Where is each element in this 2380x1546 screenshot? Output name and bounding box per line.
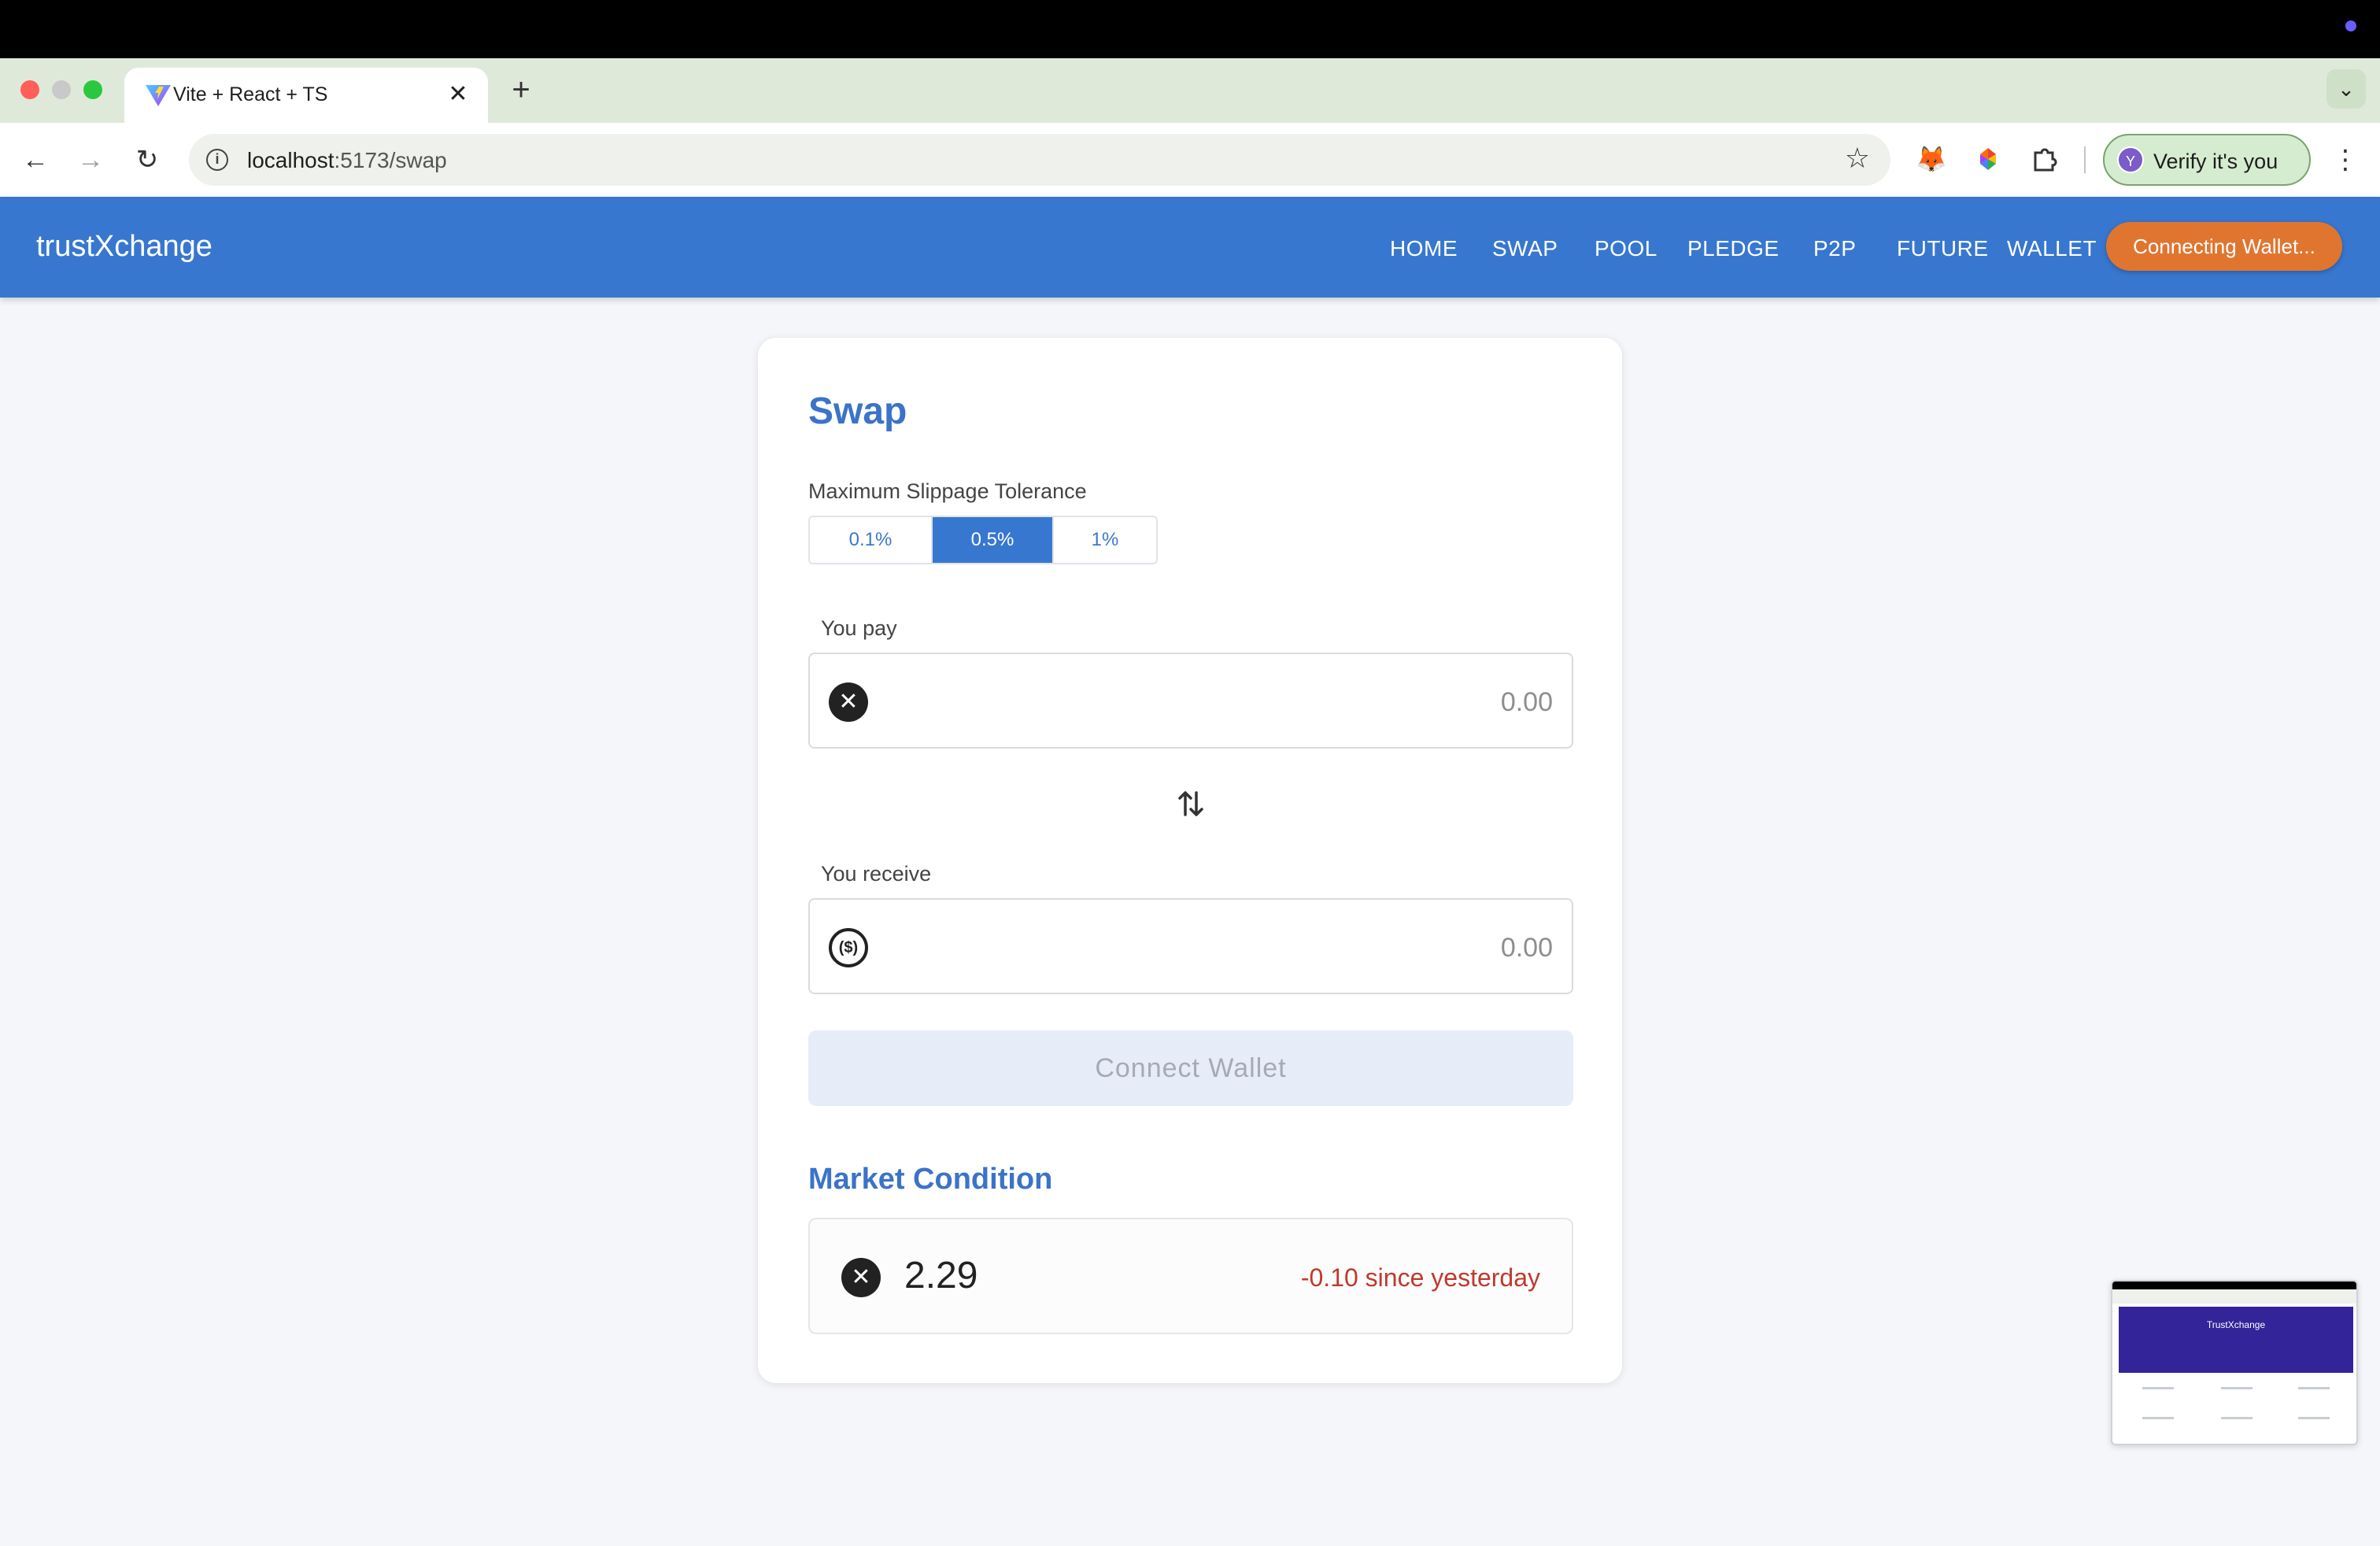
tab-title: Vite + React + TS bbox=[173, 83, 328, 105]
os-menu-bar bbox=[0, 0, 2380, 58]
market-change: -0.10 since yesterday bbox=[1300, 1263, 1540, 1292]
swap-direction-icon[interactable] bbox=[1175, 786, 1207, 821]
tab-strip: Vite + React + TS ✕ + ⌄ bbox=[0, 58, 2380, 123]
nav-future[interactable]: FUTURE bbox=[1897, 236, 1989, 261]
color-extension-icon[interactable] bbox=[1972, 143, 2004, 175]
avatar: Y bbox=[2117, 146, 2144, 173]
nav-home[interactable]: HOME bbox=[1390, 236, 1458, 261]
market-condition-panel: ✕ 2.29 -0.10 since yesterday bbox=[808, 1218, 1573, 1334]
market-price: 2.29 bbox=[904, 1255, 978, 1296]
browser-chrome: Vite + React + TS ✕ + ⌄ ← → ↻ i localhos… bbox=[0, 58, 2380, 197]
profile-label: Verify it's you bbox=[2153, 150, 2278, 173]
nav-p2p[interactable]: P2P bbox=[1813, 236, 1856, 261]
slippage-toggle-group: 0.1% 0.5% 1% bbox=[808, 516, 1158, 564]
window-minimize-button[interactable] bbox=[52, 80, 71, 99]
app-header: trustXchange HOME SWAP POOL PLEDGE P2P F… bbox=[0, 197, 2380, 298]
tab-search-chevron-icon[interactable]: ⌄ bbox=[2326, 69, 2366, 109]
url-host: localhost bbox=[247, 148, 334, 172]
receive-amount-input[interactable] bbox=[1081, 930, 1553, 966]
url-path: :5173/swap bbox=[334, 148, 447, 172]
connect-wallet-button[interactable]: Connect Wallet bbox=[808, 1030, 1573, 1106]
connecting-wallet-button[interactable]: Connecting Wallet... bbox=[2106, 222, 2342, 271]
market-condition-title: Market Condition bbox=[808, 1163, 1053, 1196]
thumbnail-line bbox=[2142, 1417, 2174, 1419]
address-bar[interactable]: i localhost:5173/swap ☆ bbox=[189, 134, 1890, 186]
bookmark-star-icon[interactable]: ☆ bbox=[1845, 142, 1870, 175]
swap-card: Swap Maximum Slippage Tolerance 0.1% 0.5… bbox=[757, 337, 1623, 1384]
extensions-puzzle-icon[interactable] bbox=[2029, 143, 2060, 175]
status-dot-icon bbox=[2345, 20, 2356, 31]
thumbnail-title: TrustXchange bbox=[2206, 1319, 2266, 1330]
thumbnail-line bbox=[2221, 1417, 2252, 1419]
pay-label: You pay bbox=[821, 616, 897, 640]
brand-logo-text[interactable]: trustXchange bbox=[36, 230, 213, 264]
slippage-label: Maximum Slippage Tolerance bbox=[808, 479, 1087, 503]
thumbnail-line bbox=[2221, 1387, 2252, 1389]
xrp-icon[interactable]: ✕ bbox=[829, 682, 868, 722]
pay-field[interactable]: ✕ bbox=[808, 653, 1573, 749]
thumbnail-os-bar bbox=[2112, 1282, 2356, 1289]
profile-button[interactable]: Y Verify it's you bbox=[2103, 134, 2311, 186]
url-text[interactable]: localhost:5173/swap bbox=[247, 148, 447, 173]
thumbnail-line bbox=[2142, 1387, 2174, 1389]
thumbnail-hero: TrustXchange bbox=[2119, 1307, 2353, 1373]
window-close-button[interactable] bbox=[20, 80, 39, 99]
usd-coin-icon[interactable]: ($) bbox=[829, 928, 868, 967]
thumbnail-feature-grid bbox=[2119, 1379, 2353, 1442]
nav-swap[interactable]: SWAP bbox=[1492, 236, 1558, 261]
reload-icon[interactable]: ↻ bbox=[129, 142, 165, 178]
metamask-fox-icon[interactable]: 🦊 bbox=[1916, 143, 1947, 175]
thumbnail-chrome bbox=[2112, 1289, 2356, 1304]
receive-label: You receive bbox=[821, 862, 932, 886]
nav-wallet[interactable]: WALLET bbox=[2007, 236, 2097, 261]
receive-field[interactable]: ($) bbox=[808, 898, 1573, 994]
thumbnail-line bbox=[2298, 1387, 2330, 1389]
site-info-icon[interactable]: i bbox=[206, 149, 228, 171]
pay-amount-input[interactable] bbox=[1081, 684, 1553, 720]
thumbnail-line bbox=[2298, 1417, 2330, 1419]
back-arrow-icon[interactable]: ← bbox=[17, 142, 54, 178]
xrp-icon: ✕ bbox=[841, 1258, 881, 1297]
tab-active[interactable]: Vite + React + TS ✕ bbox=[124, 68, 488, 123]
toolbar-divider bbox=[2084, 146, 2086, 173]
screenshot-thumbnail[interactable]: TrustXchange bbox=[2111, 1280, 2358, 1445]
slippage-option-0-1[interactable]: 0.1% bbox=[810, 517, 933, 563]
page-title: Swap bbox=[808, 390, 907, 432]
new-tab-button[interactable]: + bbox=[504, 72, 538, 107]
forward-arrow-icon[interactable]: → bbox=[72, 142, 109, 178]
vite-logo-icon bbox=[146, 85, 171, 106]
slippage-option-0-5[interactable]: 0.5% bbox=[933, 517, 1054, 563]
slippage-option-1[interactable]: 1% bbox=[1054, 517, 1156, 563]
tab-close-icon[interactable]: ✕ bbox=[442, 79, 474, 110]
nav-pledge[interactable]: PLEDGE bbox=[1687, 236, 1779, 261]
browser-menu-icon[interactable]: ⋮ bbox=[2330, 142, 2361, 178]
nav-pool[interactable]: POOL bbox=[1595, 236, 1658, 261]
window-zoom-button[interactable] bbox=[83, 80, 102, 99]
browser-toolbar: ← → ↻ i localhost:5173/swap ☆ 🦊 Y Verify… bbox=[0, 123, 2380, 197]
